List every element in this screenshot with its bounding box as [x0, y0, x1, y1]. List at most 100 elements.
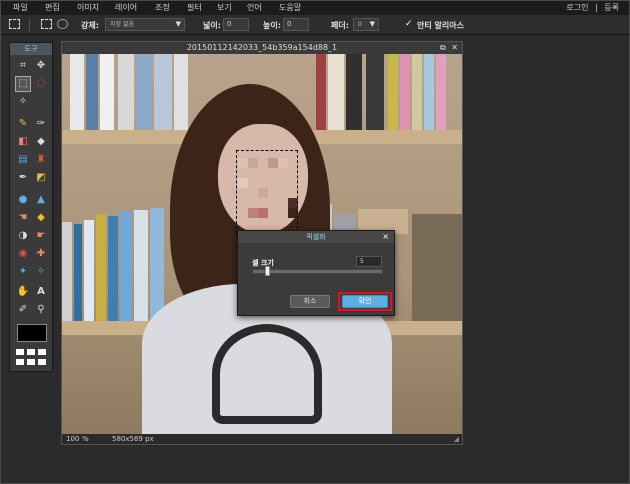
eyedropper-icon[interactable]: ✐ [16, 303, 30, 317]
marquee-rect-mode-icon[interactable] [41, 19, 52, 29]
dialog-title: 픽셀화 [306, 233, 326, 241]
account-links: 로그인 | 등록 [566, 1, 619, 15]
status-bar: 100 % 580x569 px ◢ [62, 434, 462, 444]
book [412, 214, 462, 321]
chevron-down-icon: ▼ [175, 20, 181, 28]
foreground-color-swatch[interactable] [17, 324, 47, 342]
book [366, 54, 384, 130]
marquee-ellipse-icon[interactable] [57, 19, 68, 29]
gradient-icon[interactable]: ▤ [16, 153, 30, 167]
register-link[interactable]: 등록 [604, 3, 619, 12]
restore-icon[interactable]: ⧉ [440, 43, 446, 52]
book [62, 222, 72, 321]
menu-file[interactable]: 파일 [13, 1, 28, 15]
login-link[interactable]: 로그인 [566, 3, 588, 12]
antialias-checkbox[interactable]: ✓ [405, 20, 414, 29]
burn-icon[interactable]: ☛ [34, 229, 48, 243]
book [424, 54, 434, 130]
zoom-value[interactable]: 100 [66, 434, 79, 444]
menu-filter[interactable]: 필터 [187, 1, 202, 15]
app-window: 파일 편집 이미지 레이어 조정 필터 보기 언어 도움말 로그인 | 등록 강… [0, 0, 630, 484]
magic-wand-icon[interactable]: ✧ [16, 95, 30, 109]
crop-icon[interactable]: ⌗ [16, 59, 30, 73]
grid-view-icon[interactable] [16, 349, 48, 367]
bloat-icon[interactable]: ✦ [16, 265, 30, 279]
selection-marquee[interactable] [236, 150, 298, 234]
book [150, 208, 164, 321]
menu-edit[interactable]: 편집 [45, 1, 60, 15]
red-eye-icon[interactable]: ◉ [16, 247, 30, 261]
book [96, 214, 106, 321]
menu-language[interactable]: 언어 [247, 1, 262, 15]
book [388, 54, 398, 130]
dodge-icon[interactable]: ◑ [16, 229, 30, 243]
zoom-icon[interactable]: ⚲ [34, 303, 48, 317]
window-buttons: ⧉ ✕ [440, 42, 458, 54]
blur-icon[interactable]: ● [16, 193, 30, 207]
chevron-down-icon: ▼ [369, 20, 375, 28]
lasso-icon[interactable]: ◌ [34, 77, 48, 91]
brush-icon[interactable]: ✑ [34, 117, 48, 131]
stamp-icon[interactable]: ♜ [34, 153, 48, 167]
menu-view[interactable]: 보기 [217, 1, 232, 15]
book [174, 54, 188, 130]
book [316, 54, 326, 130]
menu-image[interactable]: 이미지 [77, 1, 99, 15]
book [436, 54, 446, 130]
close-icon[interactable]: ✕ [451, 43, 458, 52]
dialog-titlebar[interactable]: 픽셀화 × [238, 231, 394, 243]
book [400, 54, 410, 130]
sharpen-icon[interactable]: ▲ [34, 193, 48, 207]
resize-grip-icon[interactable]: ◢ [454, 434, 459, 444]
eraser-icon[interactable]: ◧ [16, 135, 30, 149]
document-titlebar[interactable]: 20150112142033_54b359a154d88_1 ⧉ ✕ [62, 42, 462, 54]
cell-size-slider-thumb[interactable] [265, 266, 271, 276]
antialias-label: 안티 알리아스 [417, 21, 464, 30]
marquee-icon[interactable]: ⬚ [15, 76, 31, 92]
sponge-icon[interactable]: ◆ [34, 211, 48, 225]
strength-select[interactable]: 지정 없음 ▼ [105, 18, 185, 31]
book [84, 220, 94, 321]
move-icon[interactable]: ✥ [34, 59, 48, 73]
ok-button-highlight [338, 292, 392, 311]
feather-select[interactable]: 0 ▼ [353, 18, 379, 31]
book [100, 54, 114, 130]
pinch-icon[interactable]: ✧ [34, 265, 48, 279]
pencil-icon[interactable]: ✎ [16, 117, 30, 131]
feather-label: 페더: [331, 21, 349, 30]
cell-size-input[interactable]: 5 [356, 256, 382, 267]
image-size: 580x569 px [112, 435, 154, 443]
book [134, 210, 148, 321]
cancel-button[interactable]: 취소 [290, 295, 330, 308]
color-replace-icon[interactable]: ✒ [16, 171, 30, 185]
smudge-icon[interactable]: ☚ [16, 211, 30, 225]
book [136, 54, 152, 130]
book [118, 54, 134, 130]
strength-value: 지정 없음 [110, 21, 134, 28]
height-input[interactable]: 0 [283, 18, 309, 31]
menu-adjust[interactable]: 조정 [155, 1, 170, 15]
drawing-icon[interactable]: ◩ [34, 171, 48, 185]
book [108, 216, 118, 321]
menu-help[interactable]: 도움말 [279, 1, 301, 15]
book [120, 212, 132, 321]
strength-label: 강제: [81, 21, 99, 30]
bucket-icon[interactable]: ◆ [34, 135, 48, 149]
width-label: 넓이: [203, 21, 221, 30]
separator: | [595, 3, 598, 12]
feather-value: 0 [358, 21, 362, 28]
width-input[interactable]: 0 [223, 18, 249, 31]
marquee-rect-icon[interactable] [9, 19, 20, 29]
document-title: 20150112142033_54b359a154d88_1 [186, 43, 338, 52]
cell-size-label: 셀 크기 [252, 259, 274, 267]
cell-size-slider-track[interactable] [252, 269, 383, 274]
book [74, 224, 82, 321]
menu-layer[interactable]: 레이어 [115, 1, 137, 15]
spot-heal-icon[interactable]: ✚ [34, 247, 48, 261]
menu-bar: 파일 편집 이미지 레이어 조정 필터 보기 언어 도움말 로그인 | 등록 [1, 1, 629, 15]
close-icon[interactable]: × [382, 231, 389, 243]
hand-icon[interactable]: ✋ [16, 285, 30, 299]
book [154, 54, 172, 130]
divider [29, 18, 30, 32]
type-icon[interactable]: A [34, 285, 48, 299]
